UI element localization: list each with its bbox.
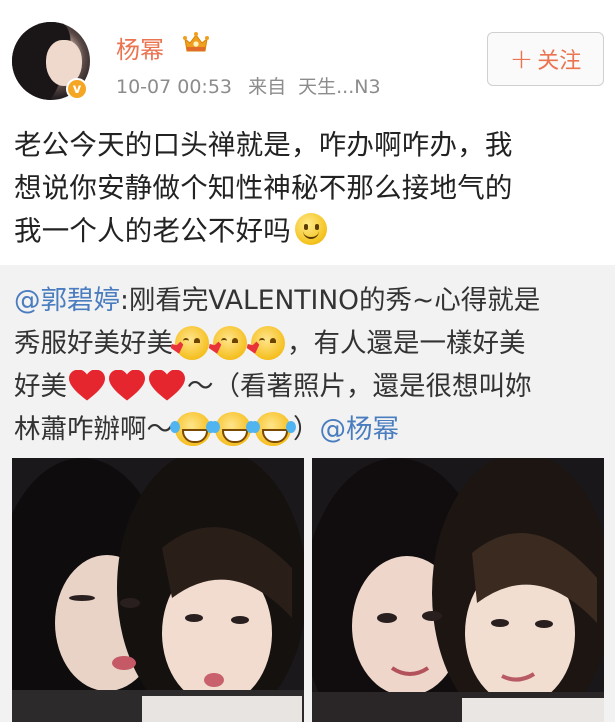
from-label: 来自 bbox=[248, 76, 287, 98]
laugh-tears-emoji-icon bbox=[210, 411, 251, 446]
kiss-emoji-icon bbox=[251, 325, 285, 360]
post-header: v 杨幂 10-07 00:53 来自 天生...N3 + 关注 bbox=[0, 0, 615, 110]
photo-left-image bbox=[12, 458, 304, 722]
kiss-emoji-icon bbox=[213, 325, 247, 360]
repost-line-2: 秀服好美好美 ，有人還是一樣好美 bbox=[14, 322, 604, 365]
repost-line-1: @郭碧婷:刚看完VALENTINO的秀~心得就是 bbox=[14, 285, 541, 316]
follow-button[interactable]: + 关注 bbox=[487, 32, 604, 86]
smile-emoji-icon bbox=[295, 213, 327, 245]
photo-right-image bbox=[312, 458, 604, 722]
heart-emoji-icon bbox=[149, 370, 185, 402]
vip-crown-icon[interactable] bbox=[182, 30, 210, 54]
heart-emoji-icon bbox=[69, 370, 105, 402]
mention-end-link[interactable]: @杨幂 bbox=[320, 414, 400, 445]
post-meta: 10-07 00:53 来自 天生...N3 bbox=[116, 72, 381, 99]
post-text-line: 老公今天的口头禅就是，咋办啊咋办，我 bbox=[14, 129, 513, 161]
heart-emoji-icon bbox=[109, 370, 145, 402]
kiss-emoji-icon bbox=[175, 325, 209, 360]
username[interactable]: 杨幂 bbox=[116, 30, 164, 65]
post-text-line-last: 我一个人的老公不好吗 bbox=[14, 210, 604, 253]
plus-icon: + bbox=[509, 42, 534, 75]
repost-line-4: 林蕭咋辦啊～ ）@杨幂 bbox=[14, 408, 604, 451]
post-text-line: 想说你安静做个知性神秘不那么接地气的 bbox=[14, 172, 513, 204]
post-source[interactable]: 天生...N3 bbox=[298, 76, 380, 98]
verified-badge-icon: v bbox=[66, 78, 88, 100]
post-text: 老公今天的口头禅就是，咋办啊咋办，我 想说你安静做个知性神秘不那么接地气的 我一… bbox=[14, 124, 604, 253]
follow-label: 关注 bbox=[537, 49, 582, 74]
laugh-tears-emoji-icon bbox=[170, 411, 211, 446]
mention-author-link[interactable]: @郭碧婷 bbox=[14, 285, 120, 316]
post-time: 10-07 00:53 bbox=[116, 76, 233, 98]
photo-right[interactable] bbox=[312, 458, 604, 722]
repost-line-3: 好美 ～（看著照片，還是很想叫妳 bbox=[14, 370, 532, 402]
photo-left[interactable] bbox=[12, 458, 304, 722]
repost-text: @郭碧婷:刚看完VALENTINO的秀~心得就是 秀服好美好美 ，有人還是一樣好美… bbox=[14, 279, 604, 451]
laugh-tears-emoji-icon bbox=[250, 411, 291, 446]
